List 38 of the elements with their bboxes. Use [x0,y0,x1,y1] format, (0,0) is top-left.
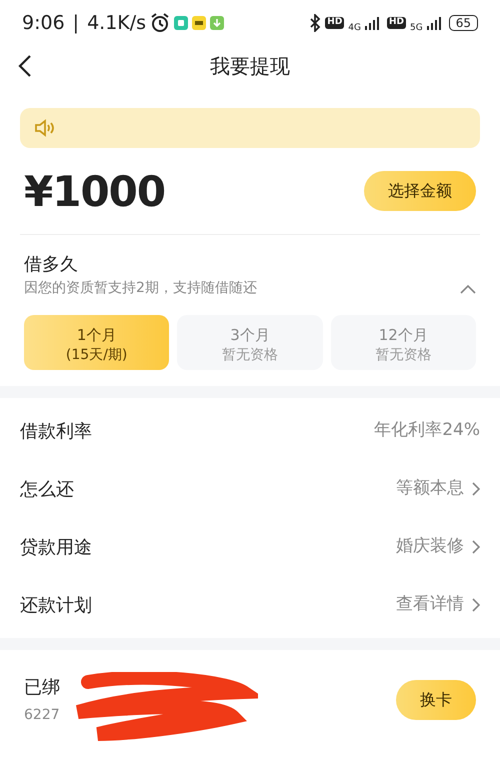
row-value: 等额本息 [396,477,464,500]
row-label: 贷款用途 [20,536,92,560]
row-label: 借款利率 [20,420,92,444]
bluetooth-icon [309,14,322,32]
section-subtitle: 因您的资质暂支持2期，支持随借随还 [24,279,257,298]
clock-time: 9:06 [22,10,65,36]
separator-text: | [72,10,80,36]
download-icon [210,16,224,30]
back-icon[interactable] [18,54,32,78]
card-number: 6227 [24,706,60,725]
alarm-clock-icon [150,13,170,33]
chevron-right-icon[interactable] [472,482,480,496]
card-title: 已绑 [24,676,60,700]
network-speed: 4.1K/s [87,10,146,36]
row-value: 年化利率24% [374,419,480,442]
battery-level: 65 [448,14,478,32]
row-value: 查看详情 [396,593,464,616]
chevron-right-icon[interactable] [472,598,480,612]
caret-icon[interactable] [460,284,476,294]
select-amount-button[interactable]: 选择金额 [364,171,476,211]
section-title: 借多久 [24,253,79,277]
app-icon [192,16,206,30]
row-label: 还款计划 [20,594,92,618]
chevron-right-icon[interactable] [472,540,480,554]
hd-badge: HD [387,17,406,29]
term-option[interactable]: 1个月 (15天/期) [24,315,170,370]
app-icon [174,16,188,30]
signal-icon [365,16,379,30]
row-value: 婚庆装修 [396,535,464,558]
page-title: 我要提现 [210,53,290,80]
speaker-icon [34,119,56,137]
network-type: 5G [410,22,423,36]
amount-value: ¥1000 [24,166,166,218]
change-card-button[interactable]: 换卡 [396,680,476,720]
hd-badge: HD [325,17,344,29]
network-type: 4G [348,22,361,36]
signal-icon [426,16,441,30]
row-label: 怎么还 [20,478,74,502]
